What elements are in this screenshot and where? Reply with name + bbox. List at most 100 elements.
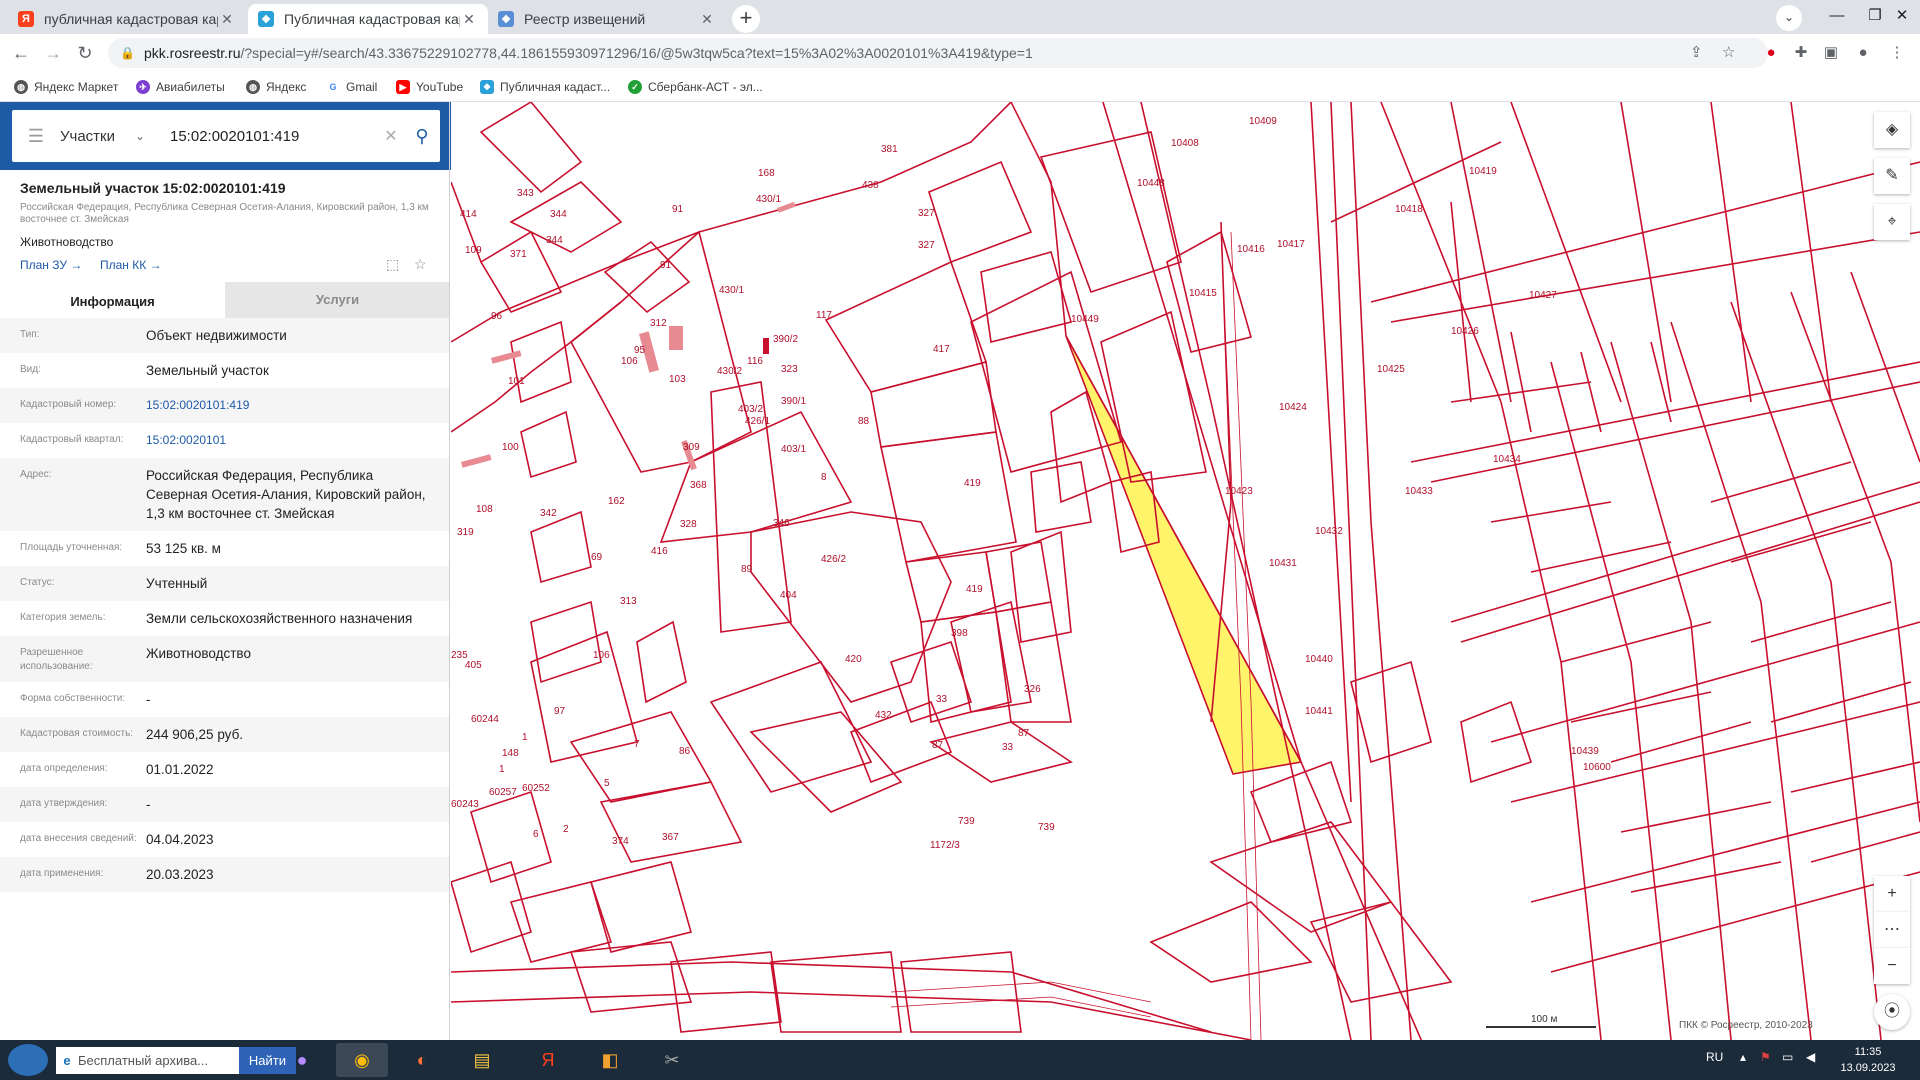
- parcel-label: 103: [669, 374, 686, 385]
- more-icon[interactable]: ⋯: [1874, 912, 1910, 948]
- rosreestr-icon: ❖: [480, 80, 494, 94]
- tab-registry[interactable]: ❖ Реестр извещений ✕: [488, 4, 726, 34]
- bookmark-yandex[interactable]: ◍ Яндекс: [246, 78, 306, 96]
- parcel-label: 60257: [489, 787, 517, 798]
- compass-icon[interactable]: ⦿: [1874, 994, 1910, 1030]
- parcel-label: 405: [465, 660, 482, 671]
- plan-kk-link[interactable]: План КК →: [100, 258, 162, 272]
- tab-information[interactable]: Информация: [0, 282, 225, 318]
- zoom-out-icon[interactable]: −: [1874, 948, 1910, 984]
- alice-icon[interactable]: ●: [276, 1043, 328, 1077]
- tray-arrow-icon[interactable]: ▴: [1740, 1050, 1746, 1064]
- zoom-in-icon[interactable]: +: [1874, 876, 1910, 912]
- parcel-label: 100: [502, 442, 519, 453]
- bookmark-pkk[interactable]: ❖ Публичная кадаст...: [480, 78, 610, 96]
- attribute-label: Разрешенное использование:: [20, 647, 93, 672]
- bookmark-gmail[interactable]: G Gmail: [326, 78, 377, 96]
- attribute-row: Категория земель: Земли сельскохозяйствен…: [0, 601, 449, 636]
- search-type-select[interactable]: Участки ⌄: [60, 128, 170, 145]
- bookmark-yandex-market[interactable]: ◍ Яндекс Маркет: [14, 78, 118, 96]
- search-icon[interactable]: ⚲: [404, 126, 440, 147]
- address-bar[interactable]: 🔒 pkk.rosreestr.ru /?special=y#/search/4…: [108, 38, 1768, 68]
- parcel-label: 10416: [1237, 244, 1265, 255]
- reload-icon[interactable]: ↻: [72, 40, 98, 66]
- scale-bar: [1486, 1026, 1596, 1028]
- plan-zu-link[interactable]: План ЗУ →: [20, 258, 82, 272]
- favorite-star-icon[interactable]: ☆: [414, 256, 427, 273]
- profile-icon[interactable]: ●: [1852, 42, 1874, 64]
- attribute-row: Площадь уточненная: 53 125 кв. м: [0, 531, 449, 566]
- ruler-icon[interactable]: ✎: [1874, 158, 1910, 194]
- tab-services[interactable]: Услуги: [225, 282, 449, 318]
- network-icon[interactable]: ▭: [1782, 1050, 1793, 1064]
- office-icon[interactable]: ◧: [584, 1043, 636, 1077]
- parcel-label: 342: [540, 508, 557, 519]
- attribute-value: Объект недвижимости: [146, 328, 287, 343]
- back-icon[interactable]: ←: [8, 40, 34, 66]
- layers-icon[interactable]: ◈: [1874, 112, 1910, 148]
- parcel-label: 86: [679, 746, 691, 757]
- firefox-icon[interactable]: ◐: [396, 1043, 448, 1077]
- attribute-link[interactable]: 15:02:0020101: [146, 431, 436, 450]
- parcel-label: 403/1: [781, 444, 806, 455]
- bookmark-aviabilety[interactable]: ✈ Авиабилеты: [136, 78, 225, 96]
- flag-icon[interactable]: ⚑: [1760, 1050, 1771, 1064]
- parcel-label: 8: [821, 472, 827, 483]
- search-input[interactable]: 15:02:0020101:419: [170, 128, 378, 145]
- close-icon[interactable]: ✕: [460, 11, 478, 28]
- attribute-row: Статус: Учтенный: [0, 566, 449, 601]
- bookmark-youtube[interactable]: ▶ YouTube: [396, 78, 463, 96]
- parcel-boundaries: [451, 102, 1920, 1040]
- menu-icon[interactable]: ⋮: [1886, 42, 1908, 64]
- clock[interactable]: 11:35 13.09.2023: [1838, 1044, 1898, 1076]
- close-window-icon[interactable]: ✕: [1884, 0, 1920, 34]
- parcel-label: 10434: [1493, 454, 1521, 465]
- sidebar-icon[interactable]: ▣: [1820, 42, 1842, 64]
- parcel-label: 10425: [1377, 364, 1405, 375]
- hamburger-icon[interactable]: ☰: [12, 126, 60, 147]
- tab-rosreestr[interactable]: ❖ Публичная кадастровая карта ✕: [248, 4, 488, 34]
- close-icon[interactable]: ✕: [218, 11, 236, 28]
- parcel-label: 1: [522, 732, 528, 743]
- explorer-icon[interactable]: ▤: [456, 1043, 508, 1077]
- taskbar-search[interactable]: e Бесплатный архива... Найти: [56, 1047, 296, 1074]
- new-tab-button[interactable]: +: [732, 5, 760, 33]
- parcel-label: 326: [1024, 684, 1041, 695]
- parcel-label: 33: [1002, 742, 1014, 753]
- parcel-label: 91: [660, 260, 672, 271]
- clear-icon[interactable]: ✕: [378, 126, 404, 146]
- bookmark-sberbank-ast[interactable]: ✓ Сбербанк-АСТ - эл...: [628, 78, 763, 96]
- map-copyright: ПКК © Росреестр, 2010-2023: [1679, 1020, 1813, 1031]
- parcel-label: 404: [780, 590, 797, 601]
- attribute-row: Форма собственности: -: [0, 682, 449, 717]
- parcel-label: 87: [1018, 728, 1030, 739]
- locate-icon[interactable]: ⌖: [1874, 204, 1910, 240]
- tab-search-icon[interactable]: ⌄: [1776, 5, 1802, 31]
- attribute-label: Тип:: [20, 329, 40, 340]
- yandex-browser-icon[interactable]: Я: [522, 1043, 574, 1077]
- map-canvas[interactable]: 381168438430/191913273274143433443443711…: [451, 102, 1920, 1040]
- tab-yandex[interactable]: Я публичная кадастровая карта – ✕: [8, 4, 246, 34]
- close-icon[interactable]: ✕: [698, 11, 716, 28]
- attribute-value: Животноводство: [146, 646, 251, 661]
- paint-icon[interactable]: ✂: [646, 1043, 698, 1077]
- extensions-icon[interactable]: ✚: [1790, 42, 1812, 64]
- chrome-icon[interactable]: ◉: [336, 1043, 388, 1077]
- attribute-link[interactable]: 15:02:0020101:419: [146, 396, 436, 415]
- windows-start-icon[interactable]: [8, 1044, 48, 1076]
- bookmark-label: Gmail: [346, 80, 378, 94]
- bookmark-star-icon[interactable]: ☆: [1722, 43, 1735, 61]
- share-icon[interactable]: ⇪: [1690, 43, 1703, 61]
- forward-icon[interactable]: →: [40, 40, 66, 66]
- parcel-label: 10433: [1405, 486, 1433, 497]
- language-indicator[interactable]: RU: [1706, 1050, 1723, 1064]
- selected-parcel-419[interactable]: [1065, 335, 1303, 775]
- info-panel: ☰ Участки ⌄ 15:02:0020101:419 ✕ ⚲ Земельн…: [0, 102, 450, 1040]
- parcel-label: 162: [608, 496, 625, 507]
- volume-icon[interactable]: ◀: [1806, 1050, 1815, 1064]
- attribute-label: Категория земель:: [20, 612, 106, 623]
- parcel-labels: 381168438430/191913273274143433443443711…: [451, 116, 1611, 851]
- cadastral-map[interactable]: 381 168 438 430/1 91 91 327 327 414 343 344 344 371 1…: [451, 102, 1920, 1040]
- zoom-to-icon[interactable]: ⬚: [386, 256, 399, 273]
- opera-icon[interactable]: ●: [1760, 42, 1782, 64]
